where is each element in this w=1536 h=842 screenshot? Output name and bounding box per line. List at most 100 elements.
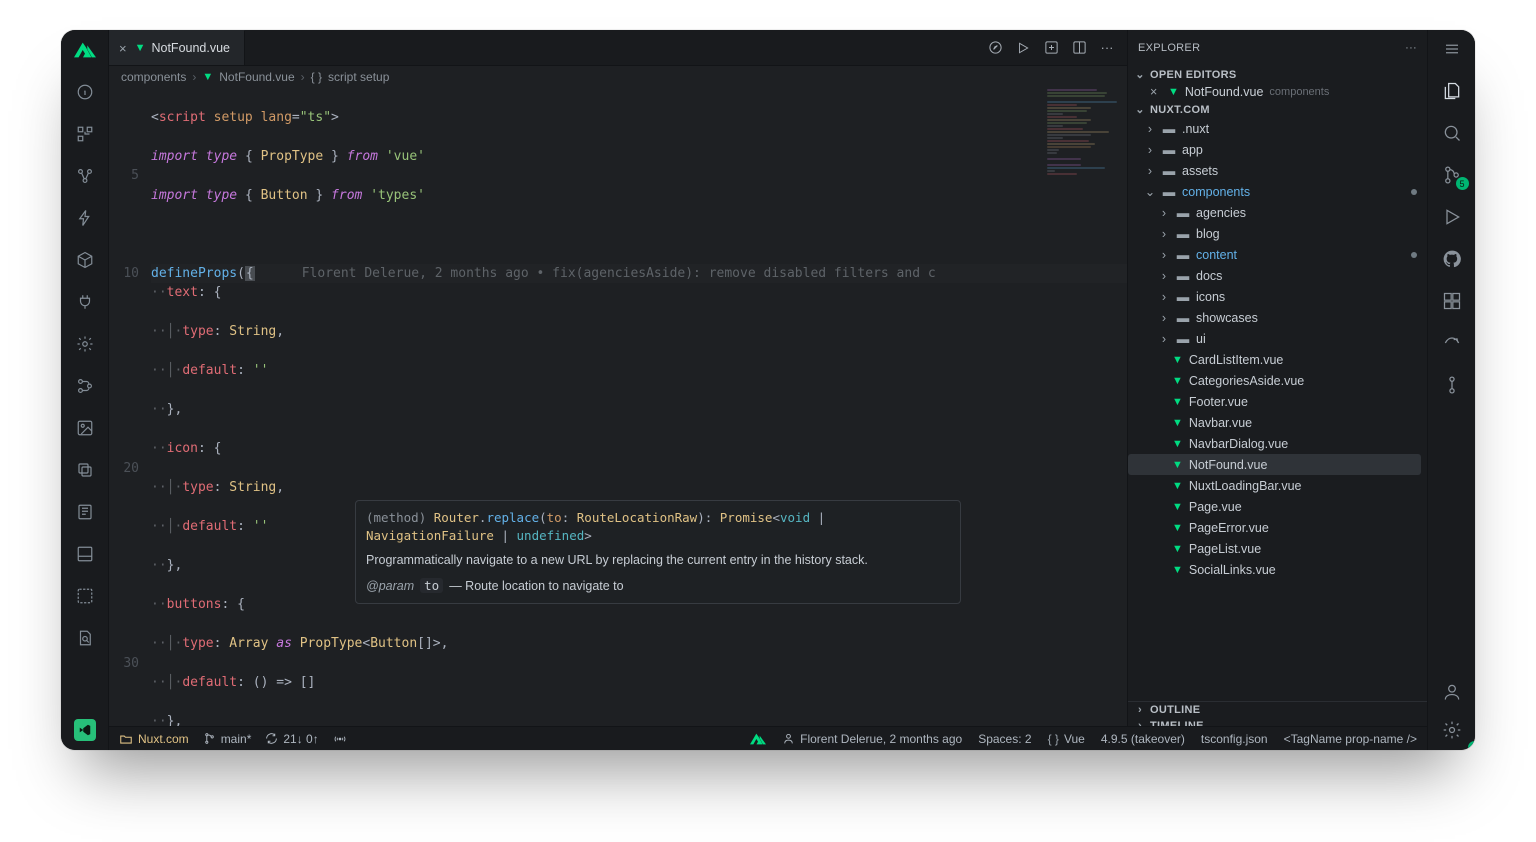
editor-actions: ··· xyxy=(987,30,1127,65)
folder-docs[interactable]: ›▬docs xyxy=(1128,265,1427,286)
activity-bar-left xyxy=(61,30,109,750)
folder-nuxt[interactable]: ›▬.nuxt xyxy=(1128,118,1427,139)
thunder-icon[interactable] xyxy=(73,206,97,230)
crumb-symbol[interactable]: script setup xyxy=(328,70,389,84)
file-item[interactable]: ▼NavbarDialog.vue xyxy=(1128,433,1427,454)
status-sync[interactable]: 21↓ 0↑ xyxy=(265,732,318,746)
frame-icon[interactable] xyxy=(73,584,97,608)
nuxt-logo-icon[interactable] xyxy=(73,38,97,62)
modified-dot-icon xyxy=(1411,189,1417,195)
hover-signature: (method) Router.replace(to: RouteLocatio… xyxy=(366,509,950,545)
outline-header[interactable]: ›OUTLINE xyxy=(1128,702,1427,718)
status-volar[interactable]: 4.9.5 (takeover) xyxy=(1101,732,1185,746)
compass-icon[interactable] xyxy=(987,40,1003,56)
status-blame[interactable]: Florent Delerue, 2 months ago xyxy=(782,732,962,746)
status-vetur[interactable]: <TagName prop-name /> xyxy=(1284,732,1417,746)
search-icon[interactable] xyxy=(1441,122,1463,144)
line-gutter: 5 10 20 30 xyxy=(109,88,151,750)
copy-icon[interactable] xyxy=(73,458,97,482)
code-editor[interactable]: 5 10 20 30 <script setup lang="ts"> impo… xyxy=(109,88,1127,750)
hover-description: Programmatically navigate to a new URL b… xyxy=(366,551,950,569)
chevron-right-icon: › xyxy=(192,70,196,84)
split-icon[interactable] xyxy=(1071,40,1087,56)
explorer-more-icon[interactable]: ··· xyxy=(1405,42,1417,54)
cube-icon[interactable] xyxy=(73,248,97,272)
vue-icon: ▼ xyxy=(135,42,146,54)
settings-gear-icon[interactable] xyxy=(1442,720,1462,740)
status-tsconfig[interactable]: tsconfig.json xyxy=(1201,732,1268,746)
panel-icon[interactable] xyxy=(73,542,97,566)
file-item[interactable]: ▼SocialLinks.vue xyxy=(1128,559,1427,580)
tab-notfound[interactable]: × ▼ NotFound.vue xyxy=(109,30,245,65)
source-control-icon[interactable]: 5 xyxy=(1441,164,1463,186)
status-nuxt-icon[interactable] xyxy=(750,733,766,745)
folder-ui[interactable]: ›▬ui xyxy=(1128,328,1427,349)
file-item[interactable]: ▼CategoriesAside.vue xyxy=(1128,370,1427,391)
extensions-icon[interactable] xyxy=(1441,290,1463,312)
vscode-window: × ▼ NotFound.vue ··· components › ▼ NotF… xyxy=(61,30,1475,750)
folder-app[interactable]: ›▬app xyxy=(1128,139,1427,160)
share-icon[interactable] xyxy=(1441,332,1463,354)
chevron-right-icon: › xyxy=(301,70,305,84)
routes-icon[interactable] xyxy=(73,374,97,398)
status-branch[interactable]: main* xyxy=(203,732,252,746)
git-graph-icon[interactable] xyxy=(1441,374,1463,396)
debug-icon[interactable] xyxy=(1441,206,1463,228)
modified-dot-icon xyxy=(1411,252,1417,258)
tab-more-icon[interactable]: ··· xyxy=(1099,40,1115,56)
status-live-icon[interactable] xyxy=(333,732,347,746)
github-icon[interactable] xyxy=(1441,248,1463,270)
vue-icon: ▼ xyxy=(1168,86,1179,98)
folder-blog[interactable]: ›▬blog xyxy=(1128,223,1427,244)
run-icon[interactable] xyxy=(1015,40,1031,56)
file-item[interactable]: ▼NuxtLoadingBar.vue xyxy=(1128,475,1427,496)
crumb-folder[interactable]: components xyxy=(121,70,186,84)
info-icon[interactable] xyxy=(73,80,97,104)
file-item[interactable]: ▼PageList.vue xyxy=(1128,538,1427,559)
file-item[interactable]: ▼CardListItem.vue xyxy=(1128,349,1427,370)
git-blame-inline: Florent Delerue, 2 months ago • fix(agen… xyxy=(302,266,936,281)
folder-components[interactable]: ⌄▬components xyxy=(1128,181,1427,202)
menu-icon[interactable] xyxy=(1441,38,1463,60)
status-lang[interactable]: { }Vue xyxy=(1048,732,1085,746)
status-project[interactable]: Nuxt.com xyxy=(119,732,189,746)
folder-agencies[interactable]: ›▬agencies xyxy=(1128,202,1427,223)
modules-icon[interactable] xyxy=(73,122,97,146)
tab-bar: × ▼ NotFound.vue ··· xyxy=(109,30,1127,66)
project-header[interactable]: ⌄NUXT.COM xyxy=(1128,101,1427,118)
file-item[interactable]: ▼Footer.vue xyxy=(1128,391,1427,412)
status-spaces[interactable]: Spaces: 2 xyxy=(978,732,1031,746)
hover-tooltip: (method) Router.replace(to: RouteLocatio… xyxy=(355,500,961,604)
book-icon[interactable] xyxy=(73,500,97,524)
search-file-icon[interactable] xyxy=(73,626,97,650)
split-add-icon[interactable] xyxy=(1043,40,1059,56)
image-icon[interactable] xyxy=(73,416,97,440)
hover-param: @paramto— Route location to navigate to xyxy=(366,577,950,595)
vscode-badge-icon[interactable] xyxy=(74,719,96,741)
open-editors-header[interactable]: ⌄OPEN EDITORS xyxy=(1128,66,1427,83)
git-count-badge: 5 xyxy=(1456,177,1469,190)
composables-icon[interactable] xyxy=(73,164,97,188)
file-item[interactable]: ▼Navbar.vue xyxy=(1128,412,1427,433)
file-item-active[interactable]: ▼NotFound.vue xyxy=(1128,454,1421,475)
code-content[interactable]: <script setup lang="ts"> import type { P… xyxy=(151,88,1127,750)
breadcrumbs[interactable]: components › ▼ NotFound.vue › { } script… xyxy=(109,66,1127,88)
open-editor-item[interactable]: × ▼ NotFound.vue components xyxy=(1128,83,1427,101)
explorer-sidebar: EXPLORER ··· ⌄OPEN EDITORS × ▼ NotFound.… xyxy=(1127,30,1427,750)
minimap[interactable] xyxy=(1047,88,1127,258)
plug-icon[interactable] xyxy=(73,290,97,314)
folder-assets[interactable]: ›▬assets xyxy=(1128,160,1427,181)
vue-icon: ▼ xyxy=(202,71,213,83)
gear-icon[interactable] xyxy=(73,332,97,356)
account-icon[interactable]: 1 xyxy=(1442,682,1462,702)
tab-close-icon[interactable]: × xyxy=(119,41,127,56)
close-icon[interactable]: × xyxy=(1150,85,1162,99)
crumb-file[interactable]: NotFound.vue xyxy=(219,70,294,84)
files-icon[interactable] xyxy=(1441,80,1463,102)
file-item[interactable]: ▼Page.vue xyxy=(1128,496,1427,517)
folder-showcases[interactable]: ›▬showcases xyxy=(1128,307,1427,328)
explorer-title: EXPLORER ··· xyxy=(1128,30,1427,66)
folder-icons[interactable]: ›▬icons xyxy=(1128,286,1427,307)
file-item[interactable]: ▼PageError.vue xyxy=(1128,517,1427,538)
folder-content[interactable]: ›▬content xyxy=(1128,244,1427,265)
